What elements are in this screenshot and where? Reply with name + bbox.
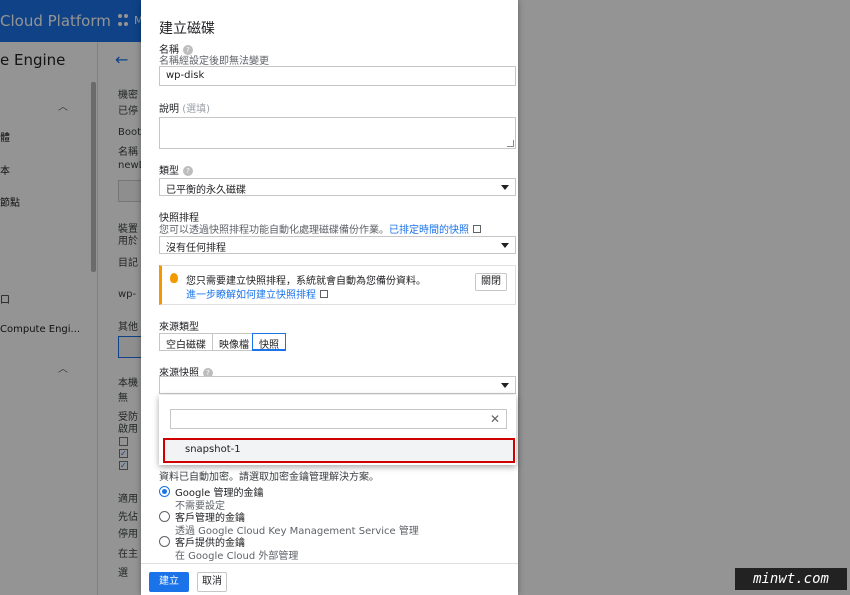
create-button[interactable]: 建立	[149, 572, 189, 592]
name-hint: 名稱經設定後即無法變更	[159, 56, 269, 67]
type-select[interactable]: 已平衡的永久磁碟	[159, 178, 516, 196]
help-icon[interactable]: ?	[183, 166, 193, 176]
scheduled-snapshots-link[interactable]: 已排定時間的快照	[389, 225, 469, 236]
close-banner-button[interactable]: 關閉	[475, 273, 507, 291]
description-label-text: 說明	[159, 104, 179, 115]
source-type-image[interactable]: 映像檔	[212, 333, 256, 351]
type-select-value: 已平衡的永久磁碟	[166, 185, 246, 196]
schedule-hint: 您可以透過快照排程功能自動化處理磁碟備份作業。已排定時間的快照	[159, 221, 481, 236]
external-link-icon[interactable]	[320, 290, 328, 298]
schedule-select[interactable]: 沒有任何排程	[159, 236, 516, 254]
resize-handle-icon[interactable]	[507, 140, 514, 147]
external-link-icon[interactable]	[473, 225, 481, 233]
source-snapshot-select[interactable]	[159, 376, 516, 394]
snapshot-search-input[interactable]: ✕	[170, 409, 507, 429]
dropdown-arrow-icon	[501, 243, 509, 248]
google-managed-key-radio[interactable]	[159, 486, 170, 497]
info-link-wrap: 進一步瞭解如何建立快照排程	[186, 286, 328, 301]
lightbulb-icon	[170, 273, 178, 283]
encryption-text: 資料已自動加密。請選取加密金鑰管理解決方案。	[159, 472, 379, 483]
info-text: 您只需要建立快照排程，系統就會自動為您備份資料。	[186, 276, 426, 287]
snapshot-dropdown-menu: ✕ snapshot-1	[159, 395, 516, 465]
create-disk-panel: 建立磁碟 名稱? 名稱經設定後即無法變更 wp-disk 說明 (選填) 類型?…	[141, 0, 518, 595]
description-label: 說明 (選填)	[159, 100, 210, 115]
panel-title: 建立磁碟	[159, 21, 215, 37]
name-input[interactable]: wp-disk	[159, 66, 516, 86]
clear-icon[interactable]: ✕	[490, 412, 500, 426]
type-label-text: 類型	[159, 166, 179, 177]
info-banner: 您只需要建立快照排程，系統就會自動為您備份資料。 進一步瞭解如何建立快照排程 關…	[159, 265, 516, 305]
type-label: 類型?	[159, 162, 193, 177]
watermark: minwt.com	[735, 568, 847, 590]
cancel-button[interactable]: 取消	[197, 572, 227, 592]
dropdown-arrow-icon	[501, 185, 509, 190]
footer-divider	[141, 563, 518, 564]
snapshot-option[interactable]: snapshot-1	[163, 438, 515, 463]
customer-supplied-key-sub: 在 Google Cloud 外部管理	[175, 551, 299, 562]
optional-text: (選填)	[182, 104, 210, 115]
customer-managed-key-radio[interactable]	[159, 511, 170, 522]
dropdown-arrow-icon	[501, 383, 509, 388]
schedule-select-value: 沒有任何排程	[166, 243, 226, 254]
source-type-snapshot[interactable]: 快照	[252, 333, 286, 351]
customer-supplied-key-radio[interactable]	[159, 536, 170, 547]
description-textarea[interactable]	[159, 117, 516, 149]
learn-more-link[interactable]: 進一步瞭解如何建立快照排程	[186, 290, 316, 301]
schedule-hint-text: 您可以透過快照排程功能自動化處理磁碟備份作業。	[159, 225, 389, 236]
source-type-blank[interactable]: 空白磁碟	[159, 333, 213, 351]
source-type-label: 來源類型	[159, 322, 199, 333]
